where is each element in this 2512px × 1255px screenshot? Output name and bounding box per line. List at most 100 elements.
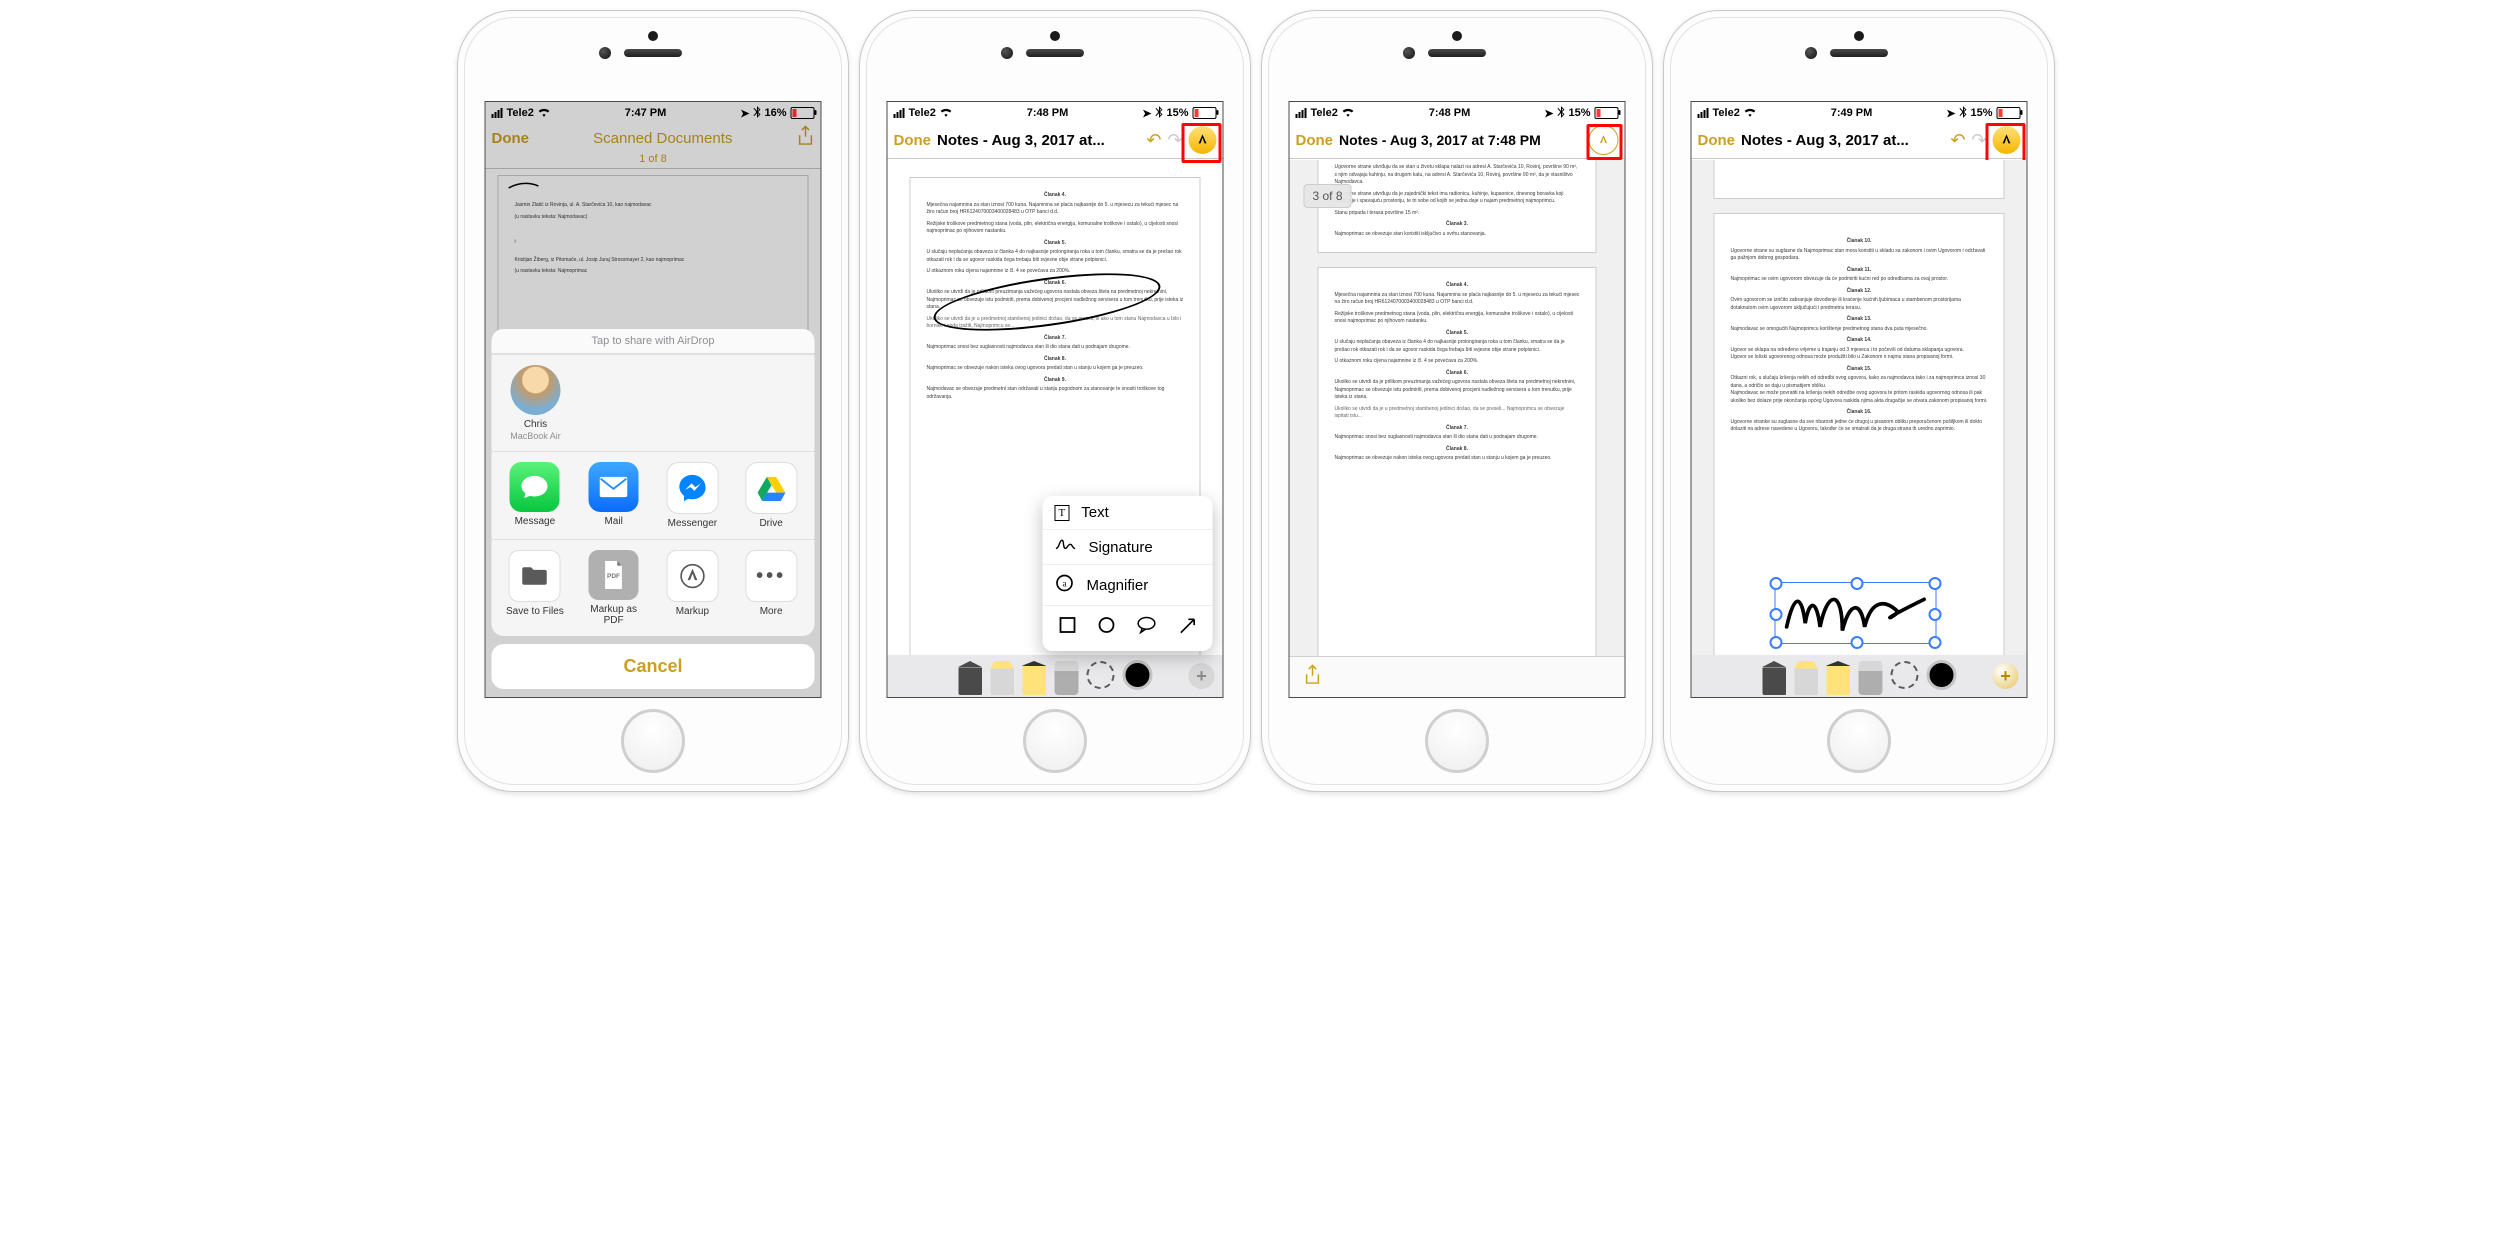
undo-button[interactable]: ↶	[1146, 130, 1161, 151]
phone-3: Tele2 7:48 PM ➤ 15% Done Notes - Aug 3, …	[1261, 10, 1653, 792]
article-text: Najmoprimac snosi bez suglasnosti najmod…	[1335, 434, 1580, 442]
add-annotation-button[interactable]: +	[1189, 663, 1215, 689]
article-heading: Članak 3.	[1335, 221, 1580, 229]
article-heading: Članak 7.	[927, 335, 1184, 343]
magnifier-icon: a	[1055, 573, 1075, 597]
done-button[interactable]: Done	[1698, 132, 1736, 149]
action-markup-as-pdf[interactable]: PDF Markup as PDF	[574, 550, 653, 626]
action-save-to-files[interactable]: Save to Files	[496, 550, 575, 626]
home-button[interactable]	[1425, 709, 1489, 773]
article-text: Najmodavac se omogućiti Najmoprimcu kori…	[1731, 326, 1988, 334]
battery-icon	[1996, 107, 2020, 119]
action-markup[interactable]: Markup	[653, 550, 732, 626]
article-heading: Članak 6.	[1335, 370, 1580, 378]
home-button[interactable]	[1827, 709, 1891, 773]
text-icon: T	[1055, 505, 1070, 521]
svg-text:a: a	[1062, 578, 1066, 588]
article-heading: Članak 8.	[1335, 446, 1580, 454]
share-app-drive[interactable]: Drive	[732, 462, 811, 529]
shape-square[interactable]	[1058, 616, 1076, 641]
proximity-sensor	[1452, 31, 1462, 41]
redo-button[interactable]: ↷	[1167, 130, 1182, 151]
popup-text[interactable]: T Text	[1043, 496, 1213, 530]
eraser-tool[interactable]	[1054, 661, 1078, 695]
shape-circle[interactable]	[1097, 616, 1115, 641]
done-button[interactable]: Done	[894, 132, 932, 149]
proximity-sensor	[648, 31, 658, 41]
pen-tool[interactable]	[1762, 661, 1786, 695]
messenger-icon	[666, 462, 718, 514]
article-heading: Članak 16.	[1731, 409, 1988, 417]
article-text: U slučaju neplaćanja obaveza iz članka 4…	[1335, 339, 1580, 354]
article-heading: Članak 11.	[1731, 267, 1988, 275]
popup-signature[interactable]: Signature	[1043, 530, 1213, 565]
article-text: Najmoprimac se obvezuje stan koristiti i…	[1335, 231, 1580, 239]
article-text: Mjesečna najamnina za stan iznosi 700 ku…	[1335, 292, 1580, 307]
article-text: Najmoprimac snosi bez suglasnosti najmod…	[927, 344, 1184, 352]
shape-arrow[interactable]	[1177, 616, 1197, 641]
action-more[interactable]: ••• More	[732, 550, 811, 626]
pen-tool[interactable]	[958, 661, 982, 695]
home-button[interactable]	[1023, 709, 1087, 773]
phone-1: Tele2 7:47 PM ➤ 16% Done Scanned Documen…	[457, 10, 849, 792]
front-camera	[1403, 47, 1415, 59]
article-text: Najmodavac se obvezuje predmetni stan od…	[927, 386, 1184, 401]
article-text: Ukoliko se utvrdi da je prilikom preuzim…	[1335, 379, 1580, 402]
bottom-toolbar	[1290, 656, 1625, 697]
pencil-tool[interactable]	[1826, 661, 1850, 695]
popup-magnifier[interactable]: a Magnifier	[1043, 565, 1213, 606]
article-text: Otkazni rok, u slučaju kršenja nekih od …	[1731, 375, 1988, 405]
article-heading: Članak 14.	[1731, 337, 1988, 345]
airdrop-header: Tap to share with AirDrop	[492, 329, 815, 354]
highlighter-tool[interactable]	[990, 661, 1014, 695]
markup-pdf-icon: PDF	[589, 550, 639, 600]
phone-4: Tele2 7:49 PM ➤ 15% Done Notes - Aug 3, …	[1663, 10, 2055, 792]
home-button[interactable]	[621, 709, 685, 773]
share-app-messenger[interactable]: Messenger	[653, 462, 732, 529]
signature-annotation[interactable]	[1779, 586, 1929, 638]
pencil-tool[interactable]	[1022, 661, 1046, 695]
markup-toolbar: +	[888, 655, 1223, 697]
earpiece-speaker	[1428, 49, 1486, 57]
highlighter-tool[interactable]	[1794, 661, 1818, 695]
lasso-tool[interactable]	[1086, 661, 1114, 689]
cancel-button[interactable]: Cancel	[492, 644, 815, 689]
redo-button[interactable]: ↷	[1971, 130, 1986, 151]
article-heading: Članak 10.	[1731, 238, 1988, 246]
wifi-icon	[1744, 107, 1757, 120]
callout-highlight	[1587, 124, 1623, 160]
status-bar: Tele2 7:48 PM ➤ 15%	[888, 102, 1223, 122]
contact-device: MacBook Air	[510, 431, 561, 441]
earpiece-speaker	[1830, 49, 1888, 57]
color-picker[interactable]	[1122, 660, 1152, 690]
article-text: Ugovorne strane utvrđuju da se stan u ži…	[1335, 164, 1580, 187]
wifi-icon	[1342, 107, 1355, 120]
done-button[interactable]: Done	[1296, 132, 1334, 149]
article-heading: Članak 5.	[1335, 330, 1580, 338]
share-button[interactable]	[1304, 664, 1322, 691]
article-heading: Članak 4.	[1335, 282, 1580, 290]
bluetooth-icon	[1557, 106, 1564, 121]
status-bar: Tele2 7:48 PM ➤ 15%	[1290, 102, 1625, 122]
proximity-sensor	[1854, 31, 1864, 41]
eraser-tool[interactable]	[1858, 661, 1882, 695]
document-scroll[interactable]: Članak 10. Ugovorne strane su suglasne d…	[1692, 160, 2027, 657]
article-text: Režijske troškove predmetnog stana (voda…	[927, 221, 1184, 236]
popup-shapes-row	[1043, 606, 1213, 651]
share-app-mail[interactable]: Mail	[574, 462, 653, 529]
share-app-message[interactable]: Message	[496, 462, 575, 529]
article-text: Najmoprimac se obvezuje nakon isteka ovo…	[1335, 455, 1580, 463]
color-picker[interactable]	[1926, 660, 1956, 690]
airdrop-contact[interactable]: Chris MacBook Air	[496, 365, 576, 441]
article-heading: Članak 15.	[1731, 366, 1988, 374]
battery-pct-label: 15%	[1568, 107, 1590, 119]
screen: Tele2 7:49 PM ➤ 15% Done Notes - Aug 3, …	[1691, 101, 2028, 698]
lasso-tool[interactable]	[1890, 661, 1918, 689]
add-annotation-button[interactable]: +	[1993, 663, 2019, 689]
article-heading: Članak 4.	[927, 192, 1184, 200]
shape-speech[interactable]	[1136, 616, 1156, 641]
document-scroll[interactable]: Ugovorne strane utvrđuju da se stan u ži…	[1290, 160, 1625, 657]
undo-button[interactable]: ↶	[1950, 130, 1965, 151]
proximity-sensor	[1050, 31, 1060, 41]
navigation-bar: Done Notes - Aug 3, 2017 at... ↶ ↷	[888, 122, 1223, 159]
